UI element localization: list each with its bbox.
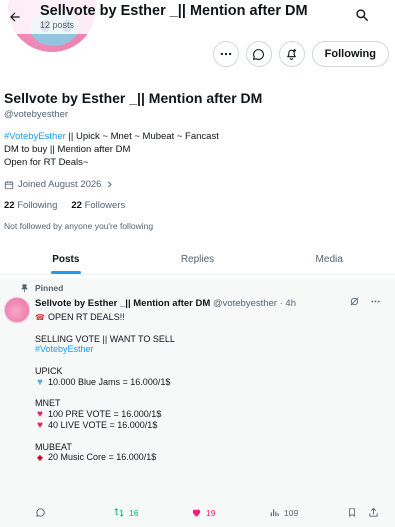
post-header-actions	[349, 296, 381, 307]
heart-filled-icon	[192, 509, 201, 517]
profile-actions: Following	[212, 41, 389, 67]
ticket-icon: ◆	[36, 453, 44, 463]
repost-button[interactable]: 16	[113, 507, 138, 518]
like-button[interactable]: 19	[191, 507, 215, 518]
bio-line: Open for RT Deals~	[4, 157, 89, 168]
views-button[interactable]: 109	[269, 507, 298, 518]
message-button[interactable]	[245, 41, 272, 67]
post-line: MUBEAT	[35, 441, 72, 452]
following-count: 22	[4, 200, 15, 211]
bell-plus-icon	[287, 48, 297, 60]
mutual-followers-note: Not followed by anyone you're following	[4, 221, 154, 231]
blue-heart-icon: ♥	[37, 376, 43, 388]
post-meta[interactable]: @votebyesther · 4h	[213, 298, 296, 309]
followers-count: 22	[71, 200, 82, 211]
header-title: Sellvote by Esther _|| Mention after DM	[40, 3, 308, 19]
post-author-name[interactable]: Sellvote by Esther _|| Mention after DM	[35, 298, 210, 309]
post-line: 40 LIVE VOTE = 16.000/1$	[48, 419, 158, 430]
telephone-icon: ☎	[35, 313, 45, 322]
search-button[interactable]	[355, 8, 373, 26]
chat-bubble-icon	[253, 48, 265, 60]
followers-count-link[interactable]: 22 Followers	[71, 200, 125, 211]
grok-icon[interactable]	[349, 296, 360, 307]
top-bar: Sellvote by Esther _|| Mention after DM …	[0, 0, 395, 34]
following-label: Following	[17, 200, 58, 211]
bio-line: || Upick ~ Mnet ~ Mubeat ~ Fancast	[65, 131, 219, 142]
post-hashtag-link[interactable]: #VotebyEsther	[35, 344, 365, 355]
post-line: UPICK	[35, 365, 63, 376]
more-icon	[220, 52, 231, 56]
bio-hashtag-link[interactable]: #VotebyEsther	[4, 131, 66, 142]
post-line: 20 Music Core = 16.000/1$	[48, 452, 157, 463]
share-icon	[369, 507, 378, 517]
header-post-count: 12 posts	[40, 20, 75, 30]
post-text: ☎ OPEN RT DEALS!! SELLING VOTE || WANT TO…	[35, 312, 365, 463]
bio: #VotebyEsther || Upick ~ Mnet ~ Mubeat ~…	[4, 130, 389, 169]
post-author-avatar[interactable]	[4, 297, 30, 323]
post-line: OPEN RT DEALS!!	[48, 312, 125, 322]
display-name: Sellvote by Esther _|| Mention after DM	[4, 90, 263, 106]
share-button[interactable]	[368, 507, 379, 518]
post-line: SELLING VOTE || WANT TO SELL	[35, 333, 175, 344]
followers-label: Followers	[84, 200, 126, 211]
reply-button[interactable]	[35, 507, 46, 518]
more-icon[interactable]	[370, 296, 381, 307]
views-icon	[270, 509, 279, 517]
post-action-bar: 16 19 109	[0, 507, 395, 523]
pinned-post[interactable]: Pinned Sellvote by Esther _|| Mention af…	[0, 278, 395, 527]
profile-info: Sellvote by Esther _|| Mention after DM …	[4, 90, 389, 231]
bookmark-button[interactable]	[347, 507, 357, 518]
calendar-icon	[4, 180, 14, 189]
notifications-button[interactable]	[278, 41, 305, 67]
bookmark-icon	[349, 508, 355, 517]
pinned-indicator: Pinned	[20, 283, 63, 293]
user-handle: @votebyesther	[4, 109, 69, 120]
search-icon	[356, 9, 368, 21]
heart-icon: ♥	[37, 419, 43, 431]
following-button[interactable]: Following	[311, 41, 389, 67]
profile-tabs: Posts Replies Media	[0, 245, 395, 275]
tab-media[interactable]: Media	[263, 245, 395, 274]
follow-stats: 22 Following 22 Followers	[4, 200, 389, 211]
post-line: MNET	[35, 398, 61, 409]
repost-icon	[114, 508, 124, 517]
like-count: 19	[206, 507, 216, 518]
pin-icon	[21, 283, 28, 292]
more-button[interactable]	[212, 41, 239, 67]
post-header: Sellvote by Esther _|| Mention after DM …	[35, 298, 296, 309]
tab-posts[interactable]: Posts	[0, 245, 132, 274]
joined-label: Joined August 2026	[18, 179, 102, 190]
back-button[interactable]	[4, 6, 26, 28]
tab-replies[interactable]: Replies	[132, 245, 264, 274]
views-count: 109	[284, 507, 299, 518]
chevron-right-icon	[108, 181, 113, 188]
joined-date-link[interactable]: Joined August 2026	[4, 179, 389, 190]
reply-icon	[36, 508, 45, 517]
arrow-left-icon	[10, 12, 20, 22]
repost-count: 16	[129, 507, 139, 518]
post-line: 10.000 Blue Jams = 16.000/1$	[48, 376, 171, 387]
pinned-label: Pinned	[35, 283, 64, 293]
post-line: 100 PRE VOTE = 16.000/1$	[48, 409, 162, 420]
bio-line: DM to buy || Mention after DM	[4, 144, 131, 155]
following-count-link[interactable]: 22 Following	[4, 200, 57, 211]
